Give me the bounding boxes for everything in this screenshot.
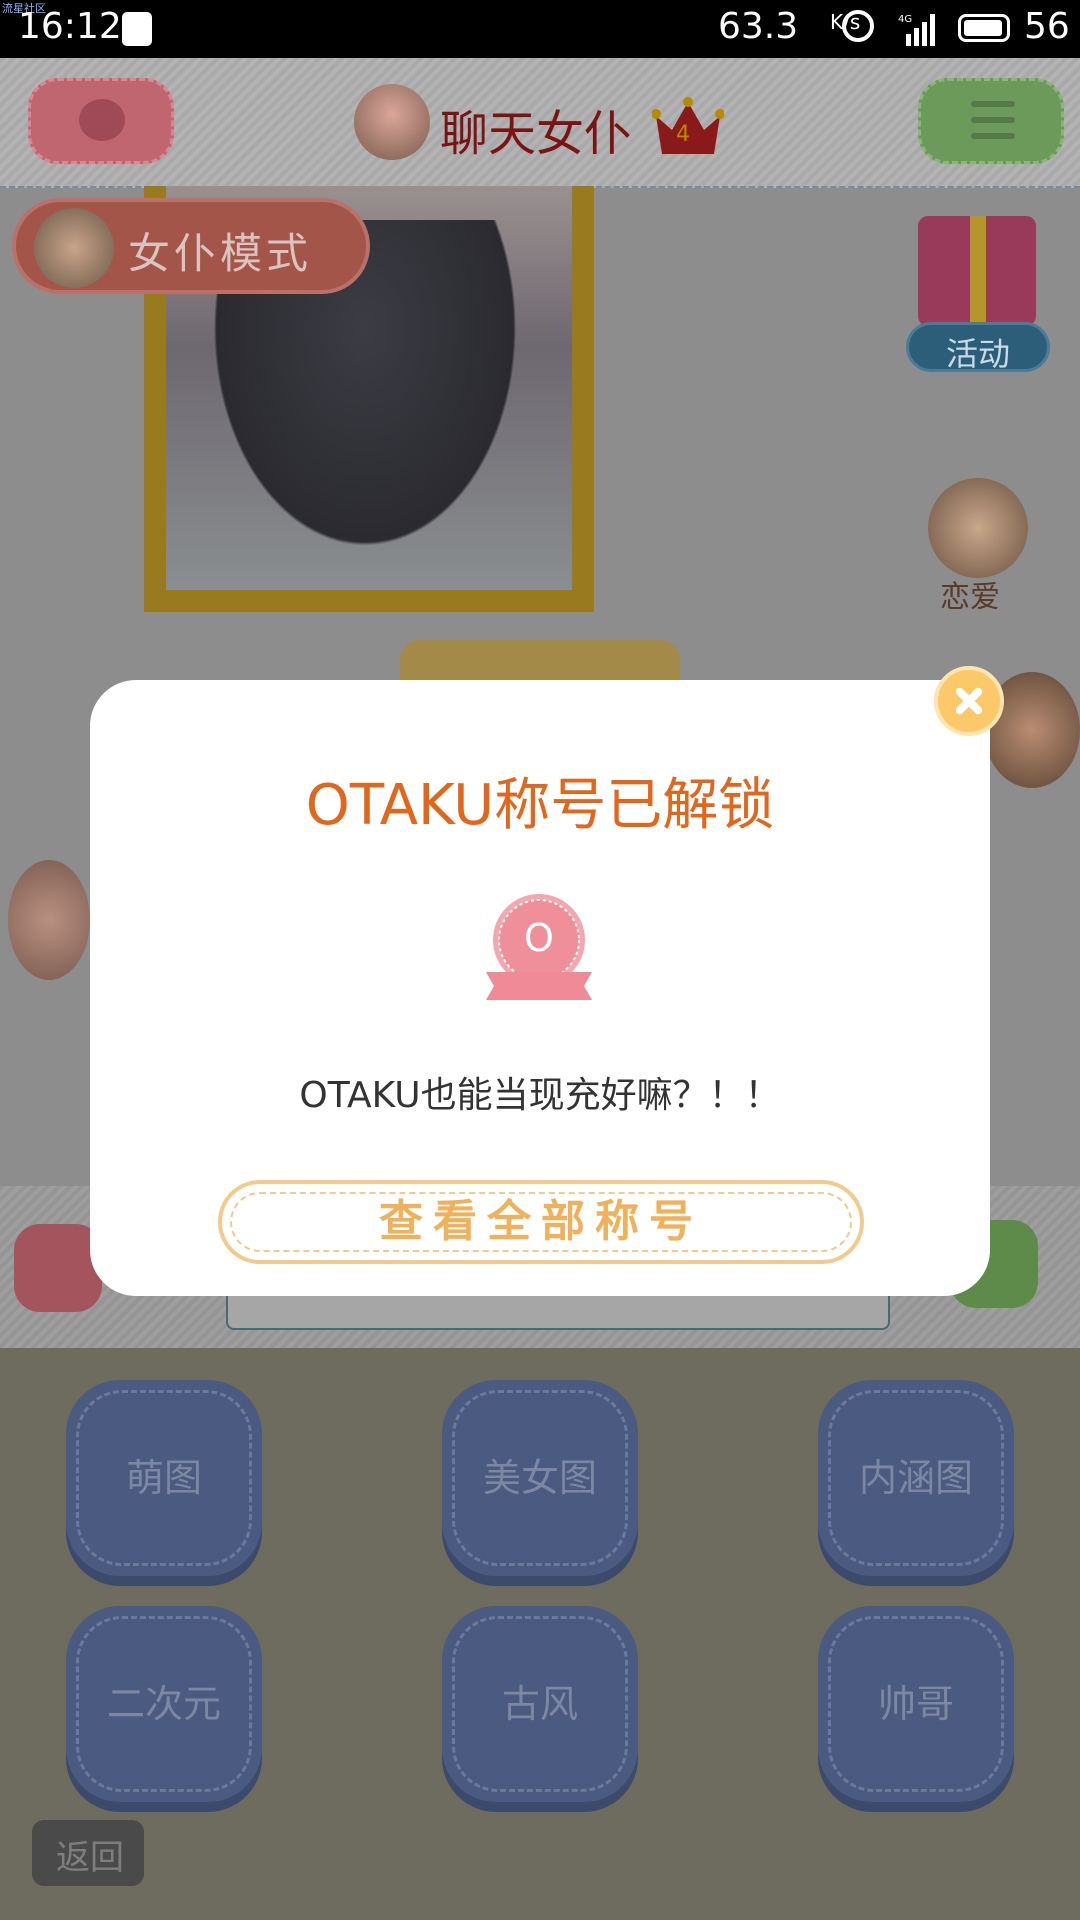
back-label: 返回 xyxy=(56,1838,124,1878)
status-bar: 流星社区 16:12 63.3 K/s 4G 56 xyxy=(0,0,1080,58)
mode-label: 女仆模式 xyxy=(128,229,313,278)
gift-ribbon xyxy=(970,216,986,326)
activity-label: 活动 xyxy=(945,335,1010,373)
girl-avatar-icon[interactable] xyxy=(8,860,90,980)
category-tile[interactable]: 美女图 xyxy=(442,1380,638,1576)
close-dialog-button[interactable] xyxy=(934,666,1004,736)
maid-avatar xyxy=(354,84,430,160)
menu-icon xyxy=(971,101,1015,107)
view-all-titles-button[interactable]: 查看全部称号 xyxy=(218,1180,864,1264)
category-label: 萌图 xyxy=(125,1456,202,1500)
mode-avatar xyxy=(34,208,114,288)
category-label: 美女图 xyxy=(482,1456,597,1500)
category-tile[interactable]: 古风 xyxy=(442,1606,638,1802)
dialog-title: OTAKU称号已解锁 xyxy=(305,773,775,838)
view-all-titles-label: 查看全部称号 xyxy=(379,1196,703,1247)
back-button[interactable]: 返回 xyxy=(32,1820,144,1886)
favorite-button[interactable] xyxy=(28,78,174,164)
category-tile[interactable]: 帅哥 xyxy=(818,1606,1014,1802)
love-label: 恋爱 xyxy=(940,580,1000,615)
dialog-message: OTAKU也能当现充好嘛？！！ xyxy=(299,1075,781,1116)
heart-chat-icon xyxy=(79,99,125,141)
love-avatar-icon[interactable] xyxy=(928,478,1028,578)
badge-text: O xyxy=(524,916,554,960)
menu-icon-line xyxy=(971,133,1015,139)
maid-mode-badge[interactable]: 女仆模式 xyxy=(12,198,370,294)
menu-icon-line xyxy=(971,117,1015,123)
app-title: 聊天女仆 xyxy=(440,106,633,162)
qq-notification-icon xyxy=(122,12,152,46)
app-header: 聊天女仆 4 xyxy=(0,58,1080,189)
battery-level: 56 xyxy=(1024,6,1070,47)
network-speed: 63.3 xyxy=(718,6,799,47)
category-tile[interactable]: 萌图 xyxy=(66,1380,262,1576)
crown-level: 4 xyxy=(676,122,690,147)
title-unlocked-dialog: OTAKU称号已解锁 O OTAKU也能当现充好嘛？！！ 查看全部称号 xyxy=(90,680,990,1296)
category-label: 内涵图 xyxy=(858,1456,973,1500)
alarm-icon xyxy=(842,10,874,42)
menu-button[interactable] xyxy=(918,78,1064,164)
signal-icon: 4G xyxy=(898,14,935,46)
battery-fill xyxy=(964,20,1002,36)
voice-button[interactable] xyxy=(14,1224,102,1312)
category-tile[interactable]: 二次元 xyxy=(66,1606,262,1802)
activity-button[interactable]: 活动 xyxy=(906,322,1050,373)
status-time: 16:12 xyxy=(18,6,122,47)
network-type: 4G xyxy=(898,14,912,25)
category-tile[interactable]: 内涵图 xyxy=(818,1380,1014,1576)
category-label: 古风 xyxy=(501,1682,578,1726)
category-label: 帅哥 xyxy=(877,1682,954,1726)
category-label: 二次元 xyxy=(106,1682,221,1726)
